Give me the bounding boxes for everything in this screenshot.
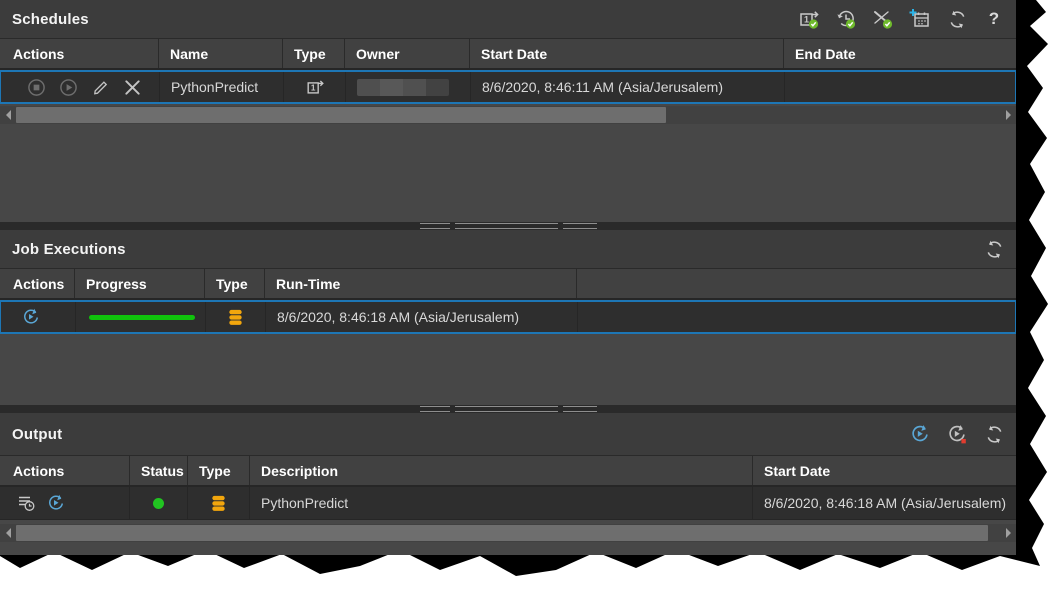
- schedules-row-actions: [1, 72, 160, 102]
- schedules-title: Schedules: [12, 11, 89, 28]
- output-description-cell: PythonPredict: [250, 487, 753, 519]
- cancel-schedule-check-icon[interactable]: [871, 7, 895, 31]
- progress-bar: [89, 315, 195, 320]
- job-run-time-cell: 8/6/2020, 8:46:18 AM (Asia/Jerusalem): [266, 302, 578, 332]
- job-executions-title: Job Executions: [12, 241, 126, 258]
- log-history-icon[interactable]: [16, 493, 36, 513]
- svg-text:1: 1: [310, 84, 315, 93]
- job-col-empty: [577, 269, 1016, 298]
- schedules-panel-header: Schedules 1: [0, 0, 1016, 38]
- output-title: Output: [12, 426, 62, 443]
- job-executions-table-row[interactable]: 8/6/2020, 8:46:18 AM (Asia/Jerusalem): [0, 300, 1016, 334]
- splitter-grip: [455, 223, 558, 229]
- splitter-grip: [563, 223, 597, 229]
- output-col-status[interactable]: Status: [130, 456, 188, 485]
- edit-pencil-icon[interactable]: [91, 78, 110, 97]
- scroll-right-arrow-icon[interactable]: [1000, 524, 1016, 542]
- schedules-col-start-date[interactable]: Start Date: [470, 39, 784, 68]
- splitter-grip: [563, 406, 597, 412]
- scrollbar-thumb[interactable]: [16, 525, 988, 541]
- scrollbar-thumb[interactable]: [16, 107, 666, 123]
- job-executions-empty-area: [0, 334, 1016, 405]
- delete-x-icon[interactable]: [123, 78, 142, 97]
- job-executions-panel-header: Job Executions: [0, 230, 1016, 268]
- schedule-type-cell: 1: [284, 72, 346, 102]
- scroll-right-arrow-icon[interactable]: [1000, 106, 1016, 124]
- play-circle-icon[interactable]: [59, 78, 78, 97]
- scroll-left-arrow-icon[interactable]: [0, 106, 16, 124]
- schedules-table-row[interactable]: PythonPredict 1 8/6/2020, 8:46:11 AM (As…: [0, 70, 1016, 104]
- job-row-actions: [1, 302, 76, 332]
- output-status-cell: [130, 487, 188, 519]
- output-col-description[interactable]: Description: [250, 456, 753, 485]
- job-col-type[interactable]: Type: [205, 269, 265, 298]
- rerun-blue-icon[interactable]: [908, 422, 932, 446]
- schedules-col-type[interactable]: Type: [283, 39, 345, 68]
- output-col-type[interactable]: Type: [188, 456, 250, 485]
- stop-circle-icon[interactable]: [27, 78, 46, 97]
- schedules-toolbar: 1: [797, 7, 1006, 31]
- splitter-grip: [420, 406, 450, 412]
- panel-splitter[interactable]: [0, 405, 1016, 413]
- output-toolbar: [908, 422, 1006, 446]
- output-type-cell: [188, 487, 250, 519]
- svg-text:1: 1: [804, 15, 809, 25]
- schedule-start-date-cell: 8/6/2020, 8:46:11 AM (Asia/Jerusalem): [471, 72, 785, 102]
- schedule-name-cell: PythonPredict: [160, 72, 284, 102]
- schedule-end-date-cell: [785, 72, 1015, 102]
- rerun-stop-icon[interactable]: [945, 422, 969, 446]
- schedules-col-end-date[interactable]: End Date: [784, 39, 1016, 68]
- progress-bar-fill: [89, 315, 195, 320]
- output-start-date-cell: 8/6/2020, 8:46:18 AM (Asia/Jerusalem): [753, 487, 1016, 519]
- output-table-row[interactable]: PythonPredict 8/6/2020, 8:46:18 AM (Asia…: [0, 487, 1016, 520]
- job-empty-cell: [578, 302, 1015, 332]
- output-bottom-area: [0, 542, 1016, 555]
- job-col-progress[interactable]: Progress: [75, 269, 205, 298]
- refresh-icon[interactable]: [982, 237, 1006, 261]
- spacer: [0, 520, 1016, 522]
- output-table-header: Actions Status Type Description Start Da…: [0, 455, 1016, 487]
- refresh-icon[interactable]: [982, 422, 1006, 446]
- run-once-type-icon: 1: [305, 77, 325, 97]
- scroll-left-arrow-icon[interactable]: [0, 524, 16, 542]
- schedules-table-header: Actions Name Type Owner Start Date End D…: [0, 38, 1016, 70]
- output-row-actions: [0, 487, 130, 519]
- refresh-icon[interactable]: [945, 7, 969, 31]
- job-type-cell: [206, 302, 266, 332]
- history-check-icon[interactable]: [834, 7, 858, 31]
- run-once-check-icon[interactable]: 1: [797, 7, 821, 31]
- database-icon: [209, 494, 228, 513]
- schedule-owner-cell: [346, 72, 471, 102]
- splitter-grip: [420, 223, 450, 229]
- output-col-start-date[interactable]: Start Date: [753, 456, 1016, 485]
- help-icon[interactable]: ?: [982, 7, 1006, 31]
- schedules-col-name[interactable]: Name: [159, 39, 283, 68]
- schedules-empty-area: [0, 124, 1016, 222]
- status-green-dot: [153, 498, 164, 509]
- job-executions-toolbar: [982, 237, 1006, 261]
- job-col-actions[interactable]: Actions: [0, 269, 75, 298]
- splitter-grip: [455, 406, 558, 412]
- rerun-icon[interactable]: [21, 307, 41, 327]
- schedules-col-owner[interactable]: Owner: [345, 39, 470, 68]
- database-icon: [226, 308, 245, 327]
- schedules-horizontal-scrollbar[interactable]: [0, 106, 1016, 124]
- panel-splitter[interactable]: [0, 222, 1016, 230]
- owner-redacted: [357, 79, 449, 96]
- output-panel-header: Output: [0, 413, 1016, 455]
- schedules-col-actions[interactable]: Actions: [0, 39, 159, 68]
- output-horizontal-scrollbar[interactable]: [0, 524, 1016, 542]
- job-executions-table-header: Actions Progress Type Run-Time: [0, 268, 1016, 300]
- rerun-icon[interactable]: [46, 493, 66, 513]
- output-col-actions[interactable]: Actions: [0, 456, 130, 485]
- job-progress-cell: [76, 302, 206, 332]
- screenshot: Schedules 1: [0, 0, 1054, 597]
- add-schedule-calendar-icon[interactable]: [908, 7, 932, 31]
- scheduler-window: Schedules 1: [0, 0, 1016, 552]
- job-col-run-time[interactable]: Run-Time: [265, 269, 577, 298]
